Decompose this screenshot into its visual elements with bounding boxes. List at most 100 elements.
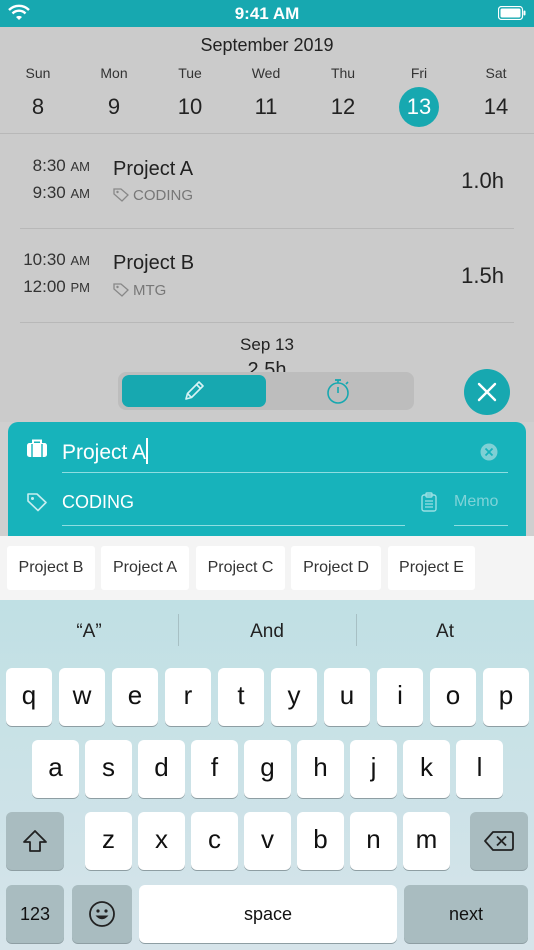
numbers-key[interactable]: 123 [6,885,64,943]
day-wed[interactable]: Wed 11 [231,65,301,127]
entry-project: Project A [113,158,194,180]
tag-input[interactable]: CODING [62,492,134,513]
delete-key[interactable] [470,812,528,870]
project-input[interactable]: Project A [62,438,149,465]
day-sat[interactable]: Sat 14 [461,65,531,127]
day-name: Mon [100,65,128,81]
entry-duration: 1.5h [461,263,504,288]
key-q[interactable]: q [6,668,52,726]
mode-toggle [118,372,414,410]
suggestion-chip[interactable]: Project A [101,546,189,590]
timer-tab[interactable] [266,375,410,407]
space-key[interactable]: space [139,885,397,943]
key-o[interactable]: o [430,668,476,726]
tag-underline [62,525,405,526]
prediction[interactable]: And [178,612,356,652]
key-r[interactable]: r [165,668,211,726]
pencil-icon [185,381,204,400]
key-n[interactable]: n [350,812,397,870]
day-date: 14 [483,94,509,119]
summary-date: Sep 13 [240,335,294,354]
memo-input[interactable]: Memo [454,493,498,511]
key-t[interactable]: t [218,668,264,726]
briefcase-icon [27,439,47,457]
key-e[interactable]: e [112,668,158,726]
tag-row: CODING [8,478,526,528]
key-b[interactable]: b [297,812,344,870]
entry-end: 12:00 PM [23,277,90,296]
day-tue[interactable]: Tue 10 [155,65,225,127]
suggestion-chip[interactable]: Project E [388,546,475,590]
battery-icon [498,6,526,20]
day-name: Tue [178,65,202,81]
emoji-key[interactable] [72,885,132,943]
status-bar: 9:41 AM [0,0,534,27]
next-key[interactable]: next [404,885,528,943]
day-sun[interactable]: Sun 8 [3,65,73,127]
day-name: Sat [485,65,507,81]
timesheet-background: September 2019 Sun 8 Mon 9 Tue 10 Wed 11… [0,27,534,422]
entry-duration: 1.0h [461,168,504,193]
key-g[interactable]: g [244,740,291,798]
day-name: Thu [330,65,356,81]
key-j[interactable]: j [350,740,397,798]
suggestion-chip[interactable]: Project C [196,546,285,590]
manual-entry-tab[interactable] [122,375,266,407]
key-m[interactable]: m [403,812,450,870]
text-cursor [146,438,149,464]
summary-total: 2.5h [247,359,287,373]
status-time: 9:41 AM [234,4,300,23]
clear-icon[interactable] [480,443,498,461]
entry-project: Project B [113,252,195,274]
suggestion-chip[interactable]: Project D [291,546,381,590]
day-date-selected: 13 [399,87,439,127]
entry-start: 10:30 AM [23,250,90,269]
entry-end: 9:30 AM [32,183,90,202]
key-h[interactable]: h [297,740,344,798]
key-d[interactable]: d [138,740,185,798]
project-underline [62,472,508,473]
day-name: Sun [25,65,51,81]
project-suggestions: Project B Project A Project C Project D … [0,536,534,600]
key-x[interactable]: x [138,812,185,870]
day-thu[interactable]: Thu 12 [308,65,378,127]
time-entry[interactable]: 10:30 AM 12:00 PM Project B MTG 1.5h [0,229,534,323]
suggestion-chip[interactable]: Project B [7,546,95,590]
day-mon[interactable]: Mon 9 [79,65,149,127]
close-icon [477,382,497,402]
key-u[interactable]: u [324,668,370,726]
key-i[interactable]: i [377,668,423,726]
memo-underline [454,525,508,526]
entry-form: Project A CODING Memo [8,422,526,542]
close-button[interactable] [464,369,510,415]
day-fri[interactable]: Fri 13 [384,65,454,127]
key-c[interactable]: c [191,812,238,870]
prediction[interactable]: At [356,612,534,652]
entry-tag: CODING [113,187,193,204]
week-strip: Sun 8 Mon 9 Tue 10 Wed 11 Thu 12 Fri 13 … [0,65,534,135]
key-z[interactable]: z [85,812,132,870]
entry-start: 8:30 AM [32,156,90,175]
keyboard: “A” And At q w e r t y u i o p a s d f g… [0,600,534,950]
key-p[interactable]: p [483,668,529,726]
key-a[interactable]: a [32,740,79,798]
project-row: Project A [8,424,526,474]
day-date: 9 [107,94,121,119]
key-y[interactable]: y [271,668,317,726]
entry-tag: MTG [113,282,166,299]
month-title: September 2019 [200,35,334,55]
shift-icon [23,830,47,852]
day-name: Fri [410,65,428,81]
emoji-icon [89,901,115,927]
time-entry[interactable]: 8:30 AM 9:30 AM Project A CODING 1.0h [0,134,534,228]
key-s[interactable]: s [85,740,132,798]
key-f[interactable]: f [191,740,238,798]
key-l[interactable]: l [456,740,503,798]
key-w[interactable]: w [59,668,105,726]
key-k[interactable]: k [403,740,450,798]
prediction[interactable]: “A” [0,612,178,652]
key-v[interactable]: v [244,812,291,870]
shift-key[interactable] [6,812,64,870]
day-date: 10 [177,94,203,119]
tag-icon [113,283,129,297]
